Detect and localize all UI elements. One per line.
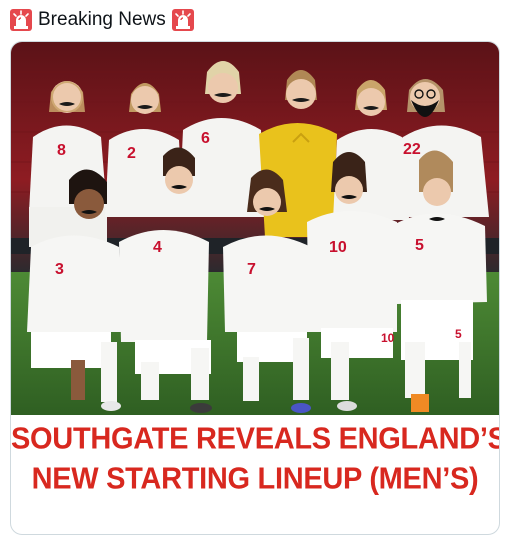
headline: SOUTHGATE REVEALS ENGLAND’S NEW STARTING… [11, 419, 499, 499]
police-siren-icon [171, 9, 194, 31]
svg-text:8: 8 [57, 142, 66, 159]
team-photo[interactable]: 8 2 6 22 3 4 7 10 10 5 5 [11, 42, 499, 415]
post-text: Breaking News [38, 9, 166, 30]
headline-line-1: SOUTHGATE REVEALS ENGLAND’S [11, 422, 500, 456]
tweet-post: Breaking News 8 2 6 22 3 4 7 10 10 5 5 S… [0, 0, 510, 540]
svg-text:5: 5 [455, 327, 462, 341]
svg-text:5: 5 [415, 237, 424, 254]
svg-text:6: 6 [201, 130, 210, 147]
media-card[interactable]: 8 2 6 22 3 4 7 10 10 5 5 SOUTHGATE REVEA… [10, 41, 500, 535]
svg-text:10: 10 [381, 331, 395, 345]
post-header: Breaking News [10, 6, 194, 34]
svg-text:4: 4 [153, 239, 162, 256]
svg-text:2: 2 [127, 145, 136, 162]
svg-text:22: 22 [403, 141, 421, 158]
headline-line-2: NEW STARTING LINEUP (MEN’S) [31, 462, 479, 496]
svg-text:3: 3 [55, 261, 64, 278]
police-siren-icon [10, 9, 32, 31]
svg-text:7: 7 [247, 261, 256, 278]
svg-text:10: 10 [329, 239, 347, 256]
